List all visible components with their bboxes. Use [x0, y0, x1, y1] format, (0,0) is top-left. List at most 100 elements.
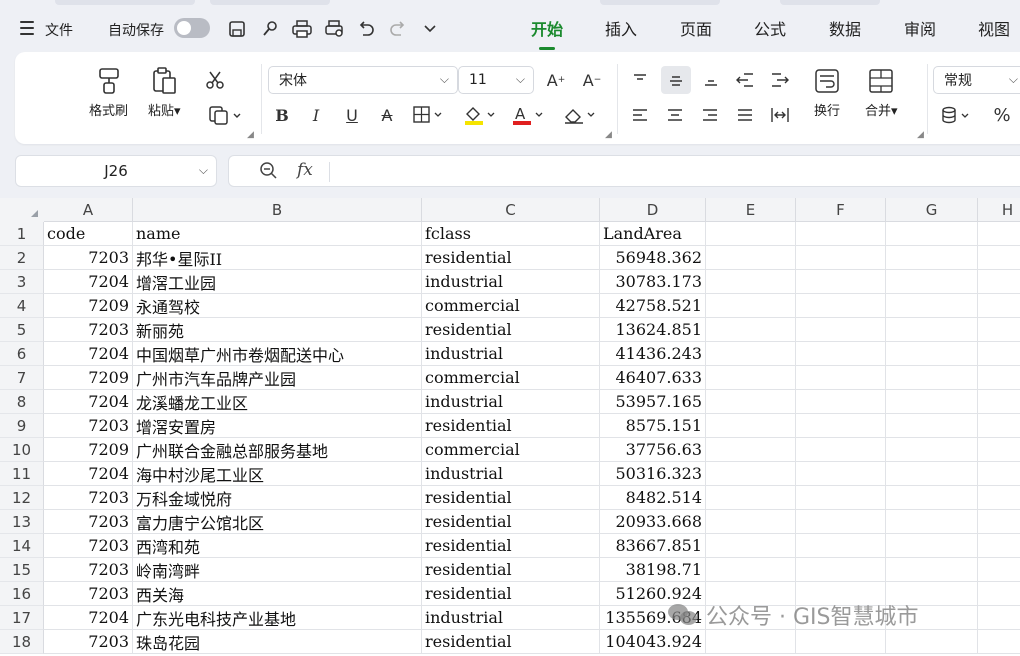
- cell-g14[interactable]: [886, 534, 978, 558]
- cell-b13[interactable]: 富力唐宁公馆北区: [133, 510, 422, 534]
- cell-h17[interactable]: [978, 606, 1020, 630]
- tab-page[interactable]: 页面: [680, 18, 712, 42]
- function-icon[interactable]: fx: [297, 160, 313, 180]
- spreadsheet-grid[interactable]: A B C D E F G H 1 code name fclass LandArea 2 7203 邦华•星…: [0, 198, 1020, 656]
- cell-e3[interactable]: [706, 270, 796, 294]
- cell-g7[interactable]: [886, 366, 978, 390]
- row-header[interactable]: 11: [0, 462, 44, 486]
- cell-d10[interactable]: 37756.63: [600, 438, 706, 462]
- cell-h16[interactable]: [978, 582, 1020, 606]
- cell-b6[interactable]: 中国烟草广州市卷烟配送中心: [133, 342, 422, 366]
- format-painter-button[interactable]: 格式刷: [89, 66, 128, 119]
- align-center-icon[interactable]: [664, 104, 686, 126]
- cell-b10[interactable]: 广州联合金融总部服务基地: [133, 438, 422, 462]
- cell-b15[interactable]: 岭南湾畔: [133, 558, 422, 582]
- cell-b17[interactable]: 广东光电科技产业基地: [133, 606, 422, 630]
- cell-b5[interactable]: 新丽苑: [133, 318, 422, 342]
- column-header-f[interactable]: F: [796, 198, 886, 222]
- cell-f13[interactable]: [796, 510, 886, 534]
- cell-c6[interactable]: industrial: [422, 342, 600, 366]
- cell-h12[interactable]: [978, 486, 1020, 510]
- select-all-corner[interactable]: [0, 198, 44, 222]
- cell-a7[interactable]: 7209: [44, 366, 133, 390]
- cell-c9[interactable]: residential: [422, 414, 600, 438]
- cell-a16[interactable]: 7203: [44, 582, 133, 606]
- cell-f15[interactable]: [796, 558, 886, 582]
- tab-home[interactable]: 开始: [531, 18, 563, 50]
- cell-b11[interactable]: 海中村沙尾工业区: [133, 462, 422, 486]
- cell-d8[interactable]: 53957.165: [600, 390, 706, 414]
- cell-a8[interactable]: 7204: [44, 390, 133, 414]
- percent-icon[interactable]: %: [991, 104, 1013, 126]
- cell-d6[interactable]: 41436.243: [600, 342, 706, 366]
- cell-f2[interactable]: [796, 246, 886, 270]
- cell-b4[interactable]: 永通驾校: [133, 294, 422, 318]
- column-header-d[interactable]: D: [600, 198, 706, 222]
- hamburger-menu-icon[interactable]: [20, 21, 34, 35]
- currency-icon[interactable]: [940, 104, 974, 126]
- row-header[interactable]: 6: [0, 342, 44, 366]
- cell-b3[interactable]: 增滘工业园: [133, 270, 422, 294]
- cell-f3[interactable]: [796, 270, 886, 294]
- print-icon[interactable]: [292, 19, 312, 39]
- number-format-select[interactable]: 常规 ⌵: [933, 66, 1020, 94]
- cell-d11[interactable]: 50316.323: [600, 462, 706, 486]
- row-header[interactable]: 13: [0, 510, 44, 534]
- cell-e1[interactable]: [706, 222, 796, 246]
- cell-b1[interactable]: name: [133, 222, 422, 246]
- cell-h4[interactable]: [978, 294, 1020, 318]
- increase-indent-icon[interactable]: [769, 69, 791, 91]
- wrap-text-button[interactable]: 换行: [812, 66, 842, 119]
- cell-d9[interactable]: 8575.151: [600, 414, 706, 438]
- cell-c1[interactable]: fclass: [422, 222, 600, 246]
- cell-e2[interactable]: [706, 246, 796, 270]
- column-header-g[interactable]: G: [886, 198, 978, 222]
- cell-d5[interactable]: 13624.851: [600, 318, 706, 342]
- undo-icon[interactable]: [356, 19, 376, 39]
- font-size-select[interactable]: 11 ⌵: [458, 66, 534, 94]
- font-launcher-icon[interactable]: ◢: [605, 130, 612, 140]
- cell-e8[interactable]: [706, 390, 796, 414]
- paste-button[interactable]: 粘贴▾: [148, 66, 181, 119]
- cell-g8[interactable]: [886, 390, 978, 414]
- cell-d4[interactable]: 42758.521: [600, 294, 706, 318]
- cell-e6[interactable]: [706, 342, 796, 366]
- cell-e12[interactable]: [706, 486, 796, 510]
- column-header-e[interactable]: E: [706, 198, 796, 222]
- cell-a9[interactable]: 7203: [44, 414, 133, 438]
- cell-a18[interactable]: 7203: [44, 630, 133, 654]
- cell-f9[interactable]: [796, 414, 886, 438]
- cell-g1[interactable]: [886, 222, 978, 246]
- justify-icon[interactable]: [734, 104, 756, 126]
- row-header[interactable]: 7: [0, 366, 44, 390]
- font-name-select[interactable]: 宋体 ⌵: [268, 66, 458, 94]
- tab-insert[interactable]: 插入: [605, 18, 637, 42]
- cell-a11[interactable]: 7204: [44, 462, 133, 486]
- cell-b2[interactable]: 邦华•星际II: [133, 246, 422, 270]
- clipboard-launcher-icon[interactable]: ◢: [247, 130, 254, 140]
- cell-f5[interactable]: [796, 318, 886, 342]
- row-header[interactable]: 14: [0, 534, 44, 558]
- cell-f10[interactable]: [796, 438, 886, 462]
- cell-a6[interactable]: 7204: [44, 342, 133, 366]
- cell-c3[interactable]: industrial: [422, 270, 600, 294]
- cell-c5[interactable]: residential: [422, 318, 600, 342]
- cell-g13[interactable]: [886, 510, 978, 534]
- cell-f6[interactable]: [796, 342, 886, 366]
- cell-e4[interactable]: [706, 294, 796, 318]
- cell-c10[interactable]: commercial: [422, 438, 600, 462]
- cell-e7[interactable]: [706, 366, 796, 390]
- cell-h13[interactable]: [978, 510, 1020, 534]
- cell-g12[interactable]: [886, 486, 978, 510]
- column-header-c[interactable]: C: [422, 198, 600, 222]
- name-box[interactable]: J26 ⌵: [15, 155, 217, 187]
- cell-c17[interactable]: industrial: [422, 606, 600, 630]
- cell-g5[interactable]: [886, 318, 978, 342]
- cell-c11[interactable]: industrial: [422, 462, 600, 486]
- cell-a10[interactable]: 7209: [44, 438, 133, 462]
- decrease-indent-icon[interactable]: [734, 69, 756, 91]
- cell-d18[interactable]: 104043.924: [600, 630, 706, 654]
- cell-c15[interactable]: residential: [422, 558, 600, 582]
- cell-d1[interactable]: LandArea: [600, 222, 706, 246]
- cell-c16[interactable]: residential: [422, 582, 600, 606]
